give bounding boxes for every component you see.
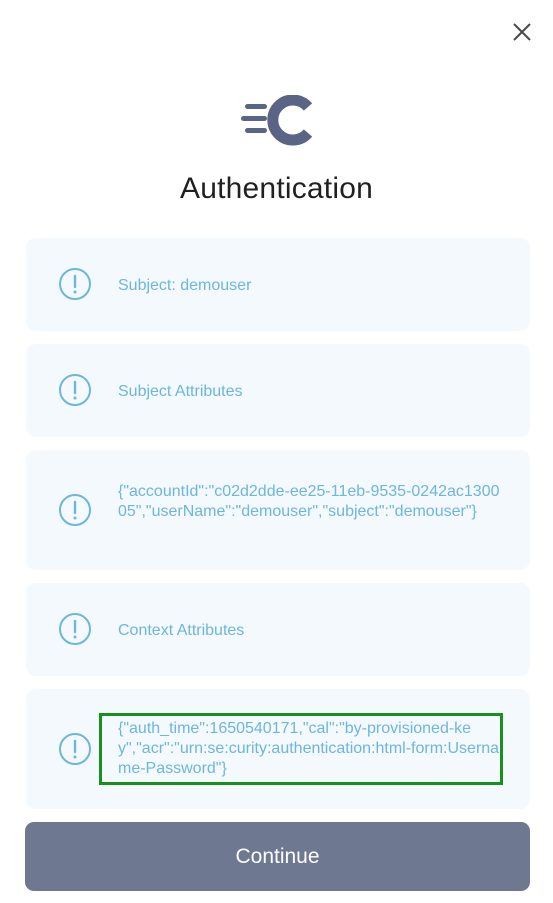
info-circle-icon [59,733,91,765]
info-circle-icon [59,374,91,406]
info-message: Subject: demouser [26,238,530,331]
info-message-text: {"accountId":"c02d2dde-ee25-11eb-9535-02… [118,483,500,520]
info-message: Context Attributes [26,583,530,676]
info-message-text: Context Attributes [118,622,245,639]
logo [241,94,317,147]
close-button[interactable] [508,18,536,46]
info-circle-icon [59,613,91,645]
info-message-text: Subject Attributes [118,383,243,400]
info-message: {"accountId":"c02d2dde-ee25-11eb-9535-02… [26,450,530,570]
info-circle-icon [59,268,91,300]
continue-button[interactable]: Continue [25,822,530,891]
highlight-box [99,713,503,785]
info-circle-icon [59,494,91,526]
close-icon[interactable] [508,18,536,46]
page-title: Authentication [180,172,373,205]
curity-logo-icon [241,94,313,146]
info-message-text: Subject: demouser [118,277,252,294]
info-message: Subject Attributes [26,344,530,437]
